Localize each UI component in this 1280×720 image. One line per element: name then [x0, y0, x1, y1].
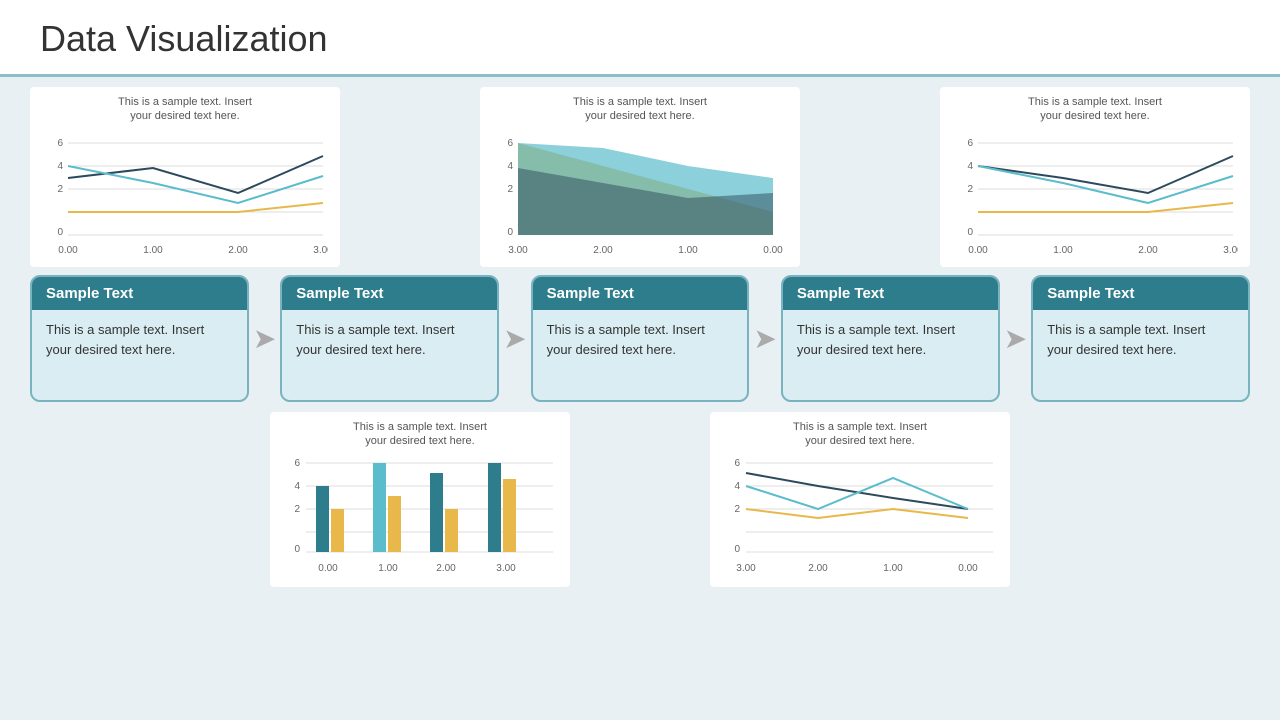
svg-text:0.00: 0.00	[763, 245, 783, 256]
svg-text:1.00: 1.00	[1053, 245, 1073, 256]
chart-bottom-left-title: This is a sample text. Insert your desir…	[278, 420, 562, 449]
chart-top-center-title: This is a sample text. Insert your desir…	[488, 95, 792, 124]
svg-text:1.00: 1.00	[143, 245, 163, 256]
svg-text:3.00: 3.00	[736, 563, 756, 574]
flow-card-3-header: Sample Text	[533, 277, 748, 310]
bottom-charts-row: This is a sample text. Insert your desir…	[30, 412, 1250, 587]
svg-text:6: 6	[734, 458, 740, 469]
svg-text:2: 2	[967, 184, 973, 195]
svg-text:2.00: 2.00	[228, 245, 248, 256]
svg-text:3.00: 3.00	[496, 563, 516, 574]
line-chart-top-right: 6 4 2 0 0.00 1.00 2.00 3.00	[948, 128, 1238, 273]
svg-text:6: 6	[57, 138, 63, 149]
flow-card-2: Sample Text This is a sample text. Inser…	[280, 275, 499, 402]
line-chart-bottom-right: 6 4 2 0 3.00 2.00 1.00 0.00	[718, 453, 998, 588]
flow-card-1-header: Sample Text	[32, 277, 247, 310]
flow-card-1-body: This is a sample text. Insert your desir…	[32, 310, 247, 400]
flow-card-4-body: This is a sample text. Insert your desir…	[783, 310, 998, 400]
line-chart-top-left: 6 4 2 0 0.00 1.00 2.00 3.00	[38, 128, 328, 273]
top-charts-row: This is a sample text. Insert your desir…	[30, 87, 1250, 267]
arrow-3: ➤	[753, 322, 776, 355]
flow-card-4-header: Sample Text	[783, 277, 998, 310]
svg-text:6: 6	[967, 138, 973, 149]
page-title: Data Visualization	[40, 18, 1240, 60]
flow-card-1: Sample Text This is a sample text. Inser…	[30, 275, 249, 402]
arrow-1: ➤	[253, 322, 276, 355]
svg-text:3.00: 3.00	[313, 245, 328, 256]
bar-chart-bottom-left: 6 4 2 0 0.00	[278, 453, 558, 588]
svg-text:0.00: 0.00	[318, 563, 338, 574]
chart-top-right-title: This is a sample text. Insert your desir…	[948, 95, 1242, 124]
page: Data Visualization This is a sample text…	[0, 0, 1280, 720]
svg-text:2: 2	[507, 184, 513, 195]
flow-card-5: Sample Text This is a sample text. Inser…	[1031, 275, 1250, 402]
svg-text:2: 2	[294, 504, 300, 515]
svg-text:0: 0	[507, 227, 513, 238]
flow-card-3: Sample Text This is a sample text. Inser…	[531, 275, 750, 402]
svg-text:0.00: 0.00	[58, 245, 78, 256]
chart-top-center: This is a sample text. Insert your desir…	[480, 87, 800, 267]
svg-text:0: 0	[734, 544, 740, 555]
svg-text:3.00: 3.00	[508, 245, 528, 256]
arrow-2: ➤	[503, 322, 526, 355]
arrow-4: ➤	[1004, 322, 1027, 355]
chart-top-right: This is a sample text. Insert your desir…	[940, 87, 1250, 267]
flow-card-5-body: This is a sample text. Insert your desir…	[1033, 310, 1248, 400]
svg-text:2.00: 2.00	[1138, 245, 1158, 256]
svg-text:0: 0	[294, 544, 300, 555]
chart-top-left: This is a sample text. Insert your desir…	[30, 87, 340, 267]
svg-text:0: 0	[57, 227, 63, 238]
svg-text:1.00: 1.00	[883, 563, 903, 574]
area-chart-top-center: 6 4 2 0 3.00 2.00 1.00 0.00	[488, 128, 788, 273]
svg-text:0.00: 0.00	[968, 245, 988, 256]
svg-text:4: 4	[734, 481, 740, 492]
chart-bottom-left: This is a sample text. Insert your desir…	[270, 412, 570, 587]
content-area: This is a sample text. Insert your desir…	[0, 77, 1280, 597]
flow-card-3-body: This is a sample text. Insert your desir…	[533, 310, 748, 400]
svg-text:2.00: 2.00	[436, 563, 456, 574]
svg-text:2.00: 2.00	[808, 563, 828, 574]
svg-text:1.00: 1.00	[678, 245, 698, 256]
svg-text:2.00: 2.00	[593, 245, 613, 256]
svg-text:0: 0	[967, 227, 973, 238]
svg-text:6: 6	[294, 458, 300, 469]
svg-text:6: 6	[507, 138, 513, 149]
svg-text:2: 2	[57, 184, 63, 195]
svg-text:1.00: 1.00	[378, 563, 398, 574]
flow-card-5-header: Sample Text	[1033, 277, 1248, 310]
chart-top-left-title: This is a sample text. Insert your desir…	[38, 95, 332, 124]
svg-text:3.00: 3.00	[1223, 245, 1238, 256]
svg-text:2: 2	[734, 504, 740, 515]
header: Data Visualization	[0, 0, 1280, 77]
flow-cards-row: Sample Text This is a sample text. Inser…	[30, 275, 1250, 402]
svg-text:4: 4	[507, 161, 513, 172]
svg-text:4: 4	[967, 161, 973, 172]
chart-bottom-right: This is a sample text. Insert your desir…	[710, 412, 1010, 587]
svg-text:4: 4	[294, 481, 300, 492]
flow-card-4: Sample Text This is a sample text. Inser…	[781, 275, 1000, 402]
flow-card-2-body: This is a sample text. Insert your desir…	[282, 310, 497, 400]
flow-card-2-header: Sample Text	[282, 277, 497, 310]
chart-bottom-right-title: This is a sample text. Insert your desir…	[718, 420, 1002, 449]
svg-text:4: 4	[57, 161, 63, 172]
svg-text:0.00: 0.00	[958, 563, 978, 574]
